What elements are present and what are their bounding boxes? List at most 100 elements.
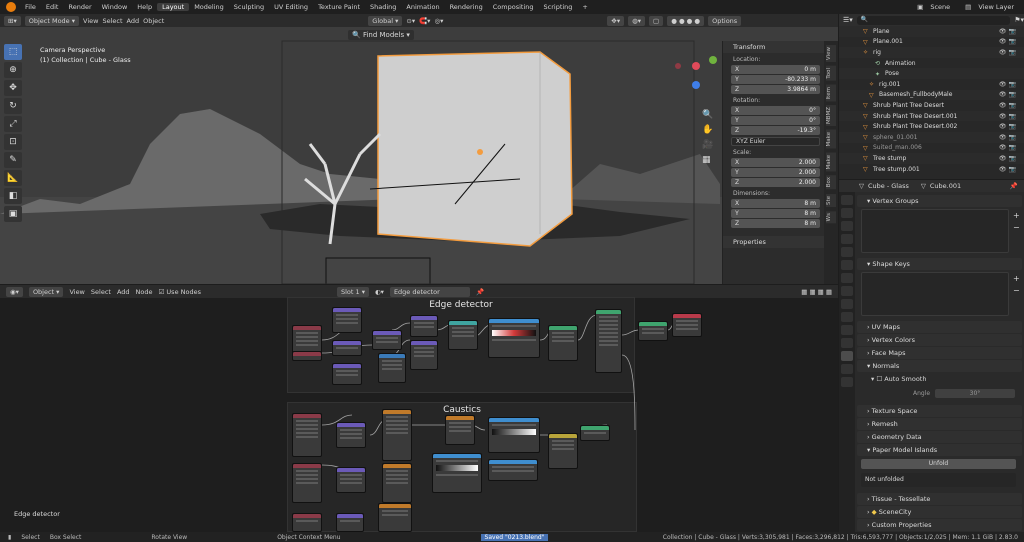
- node-caustics-voronoi-3[interactable]: [378, 503, 412, 532]
- vertex-groups-list[interactable]: [861, 209, 1009, 253]
- face-maps-panel[interactable]: › Face Maps: [857, 347, 1022, 359]
- texture-space-panel[interactable]: › Texture Space: [857, 405, 1022, 417]
- sidebar-tab-8[interactable]: Ste: [826, 193, 836, 207]
- output-tab-icon[interactable]: [841, 221, 853, 231]
- outliner-row[interactable]: ✧ rig.001 👁📷: [839, 79, 1024, 90]
- zoom-icon[interactable]: 🔍: [702, 110, 713, 120]
- node-mix-2[interactable]: [410, 340, 438, 370]
- camera-view-icon[interactable]: 🎥: [702, 140, 713, 150]
- sidebar-tab-4[interactable]: MBMZ: [826, 105, 836, 127]
- unfold-button[interactable]: Unfold: [861, 459, 1016, 469]
- mesh-data-tab-icon[interactable]: [841, 351, 853, 361]
- scale-x-field[interactable]: X 2.000: [731, 158, 820, 167]
- menu-render[interactable]: Render: [63, 3, 96, 11]
- rotation-z-field[interactable]: Z -19.3°: [731, 126, 820, 135]
- editor-type-icon[interactable]: ⊞▾: [4, 15, 21, 26]
- node-caustics-coord-1[interactable]: [292, 413, 322, 457]
- scene-tab-icon[interactable]: [841, 247, 853, 257]
- geometry-data-panel[interactable]: › Geometry Data: [857, 431, 1022, 443]
- shader-node-editor[interactable]: ◉▾ Object ▾ View Select Add Node ☑ Use N…: [0, 285, 838, 532]
- sidebar-tab-2[interactable]: Tool: [826, 66, 836, 81]
- visibility-icons[interactable]: 👁📷: [999, 38, 1024, 45]
- outliner-row[interactable]: ▽ Shrub Plant Tree Desert.001 👁📷: [839, 110, 1024, 122]
- tab-sculpting[interactable]: Sculpting: [229, 3, 269, 11]
- tab-modeling[interactable]: Modeling: [189, 3, 229, 11]
- remove-vertex-group-icon[interactable]: −: [1013, 223, 1020, 232]
- node-mix-shader-2[interactable]: [638, 321, 668, 341]
- tab-scripting[interactable]: Scripting: [539, 3, 578, 11]
- node-caustics-output-mix[interactable]: [548, 433, 578, 469]
- node-caustics-ramp-2[interactable]: [488, 417, 540, 453]
- node-caustics-emission[interactable]: [580, 425, 610, 441]
- overlay-toggle-icon[interactable]: ◍▾: [628, 15, 646, 26]
- location-z-field[interactable]: Z 3.9864 m: [731, 85, 820, 94]
- tab-layout[interactable]: Layout: [157, 3, 190, 11]
- mode-selector[interactable]: Object Mode ▾: [24, 15, 80, 26]
- vertex-colors-panel[interactable]: › Vertex Colors: [857, 334, 1022, 346]
- render-tab-icon[interactable]: [841, 208, 853, 218]
- node-caustics-mapping-3[interactable]: [336, 513, 364, 532]
- node-caustics-mapping-1[interactable]: [336, 422, 366, 448]
- sidebar-tab-9[interactable]: Ws: [826, 210, 836, 223]
- move-tool-icon[interactable]: ✥: [4, 80, 22, 96]
- modifier-tab-icon[interactable]: [841, 299, 853, 309]
- add-shape-key-icon[interactable]: +: [1013, 274, 1020, 283]
- node-vector-math[interactable]: [372, 330, 402, 350]
- normals-panel[interactable]: ▾ Normals: [857, 360, 1022, 372]
- outliner-row[interactable]: ▽ Tree stump 👁📷: [839, 153, 1024, 164]
- outliner-row[interactable]: ▽ Plane 👁📷: [839, 26, 1024, 37]
- auto-smooth-checkbox[interactable]: ▾ ☐ Auto Smooth: [871, 375, 926, 383]
- location-x-field[interactable]: X0 m: [731, 65, 820, 74]
- particles-tab-icon[interactable]: [841, 312, 853, 322]
- transform-tool-icon[interactable]: ⊡: [4, 134, 22, 150]
- menu-window[interactable]: Window: [97, 3, 133, 11]
- node-mix-shader-1[interactable]: [548, 325, 578, 361]
- visibility-icons[interactable]: 👁📷: [999, 91, 1024, 98]
- location-y-field[interactable]: Y -80.233 m: [731, 75, 820, 84]
- physics-tab-icon[interactable]: [841, 325, 853, 335]
- grid-view-icon[interactable]: ▦: [702, 155, 713, 165]
- visibility-icons[interactable]: 👁📷: [999, 113, 1024, 120]
- menu-file[interactable]: File: [20, 3, 41, 11]
- node-caustics-mix[interactable]: [488, 459, 538, 481]
- scale-z-field[interactable]: Z 2.000: [731, 178, 820, 187]
- xray-toggle-icon[interactable]: ▢: [649, 15, 664, 26]
- view-layer-tab-icon[interactable]: [841, 234, 853, 244]
- sidebar-tab-5[interactable]: Make: [826, 130, 836, 149]
- outliner-row[interactable]: ▽ Plane.001 👁📷: [839, 37, 1024, 48]
- menu-view[interactable]: View: [83, 17, 98, 25]
- material-tab-icon[interactable]: [841, 364, 853, 374]
- angle-field[interactable]: 30°: [935, 389, 1015, 398]
- scale-tool-icon[interactable]: ⤢: [4, 116, 22, 132]
- outliner-search-input[interactable]: 🔍: [856, 15, 1011, 25]
- scenecity-panel[interactable]: › ◆ SceneCity: [857, 506, 1022, 518]
- visibility-icons[interactable]: 👁📷: [999, 102, 1024, 109]
- visibility-icons[interactable]: 👁📷: [999, 144, 1024, 151]
- 3d-viewport[interactable]: ⊞▾ Object Mode ▾ View Select Add Object …: [0, 14, 838, 284]
- vertex-groups-panel[interactable]: ▾ Vertex Groups: [857, 195, 1022, 207]
- visibility-icons[interactable]: 👁📷: [999, 28, 1024, 35]
- menu-edit[interactable]: Edit: [41, 3, 64, 11]
- visibility-icons[interactable]: 👁📷: [999, 123, 1024, 130]
- gizmo-toggle-icon[interactable]: ✥▾: [607, 15, 625, 26]
- node-mapping[interactable]: [332, 307, 362, 333]
- dimensions-y-field[interactable]: Y8 m: [731, 209, 820, 218]
- rotation-y-field[interactable]: Y 0°: [731, 116, 820, 125]
- outliner-type-icon[interactable]: ☰▾: [843, 16, 853, 24]
- node-caustics-coord-3[interactable]: [292, 513, 322, 532]
- pivot-icon[interactable]: ⊙▾: [406, 17, 415, 25]
- options-button[interactable]: Options: [708, 15, 742, 26]
- tab-uv-editing[interactable]: UV Editing: [269, 3, 313, 11]
- rotate-tool-icon[interactable]: ↻: [4, 98, 22, 114]
- visibility-icons[interactable]: 👁📷: [999, 155, 1024, 162]
- constraints-tab-icon[interactable]: [841, 338, 853, 348]
- dimensions-z-field[interactable]: Z8 m: [731, 219, 820, 228]
- menu-select[interactable]: Select: [102, 17, 122, 25]
- view-layer-selector[interactable]: ▤ View Layer: [960, 3, 1024, 11]
- node-caustics-mapping-2[interactable]: [336, 467, 366, 493]
- tab-rendering[interactable]: Rendering: [445, 3, 488, 11]
- node-mix-1[interactable]: [410, 315, 438, 337]
- menu-add[interactable]: Add: [127, 17, 140, 25]
- tab-texture-paint[interactable]: Texture Paint: [313, 3, 365, 11]
- orientation-selector[interactable]: Global ▾: [368, 15, 403, 26]
